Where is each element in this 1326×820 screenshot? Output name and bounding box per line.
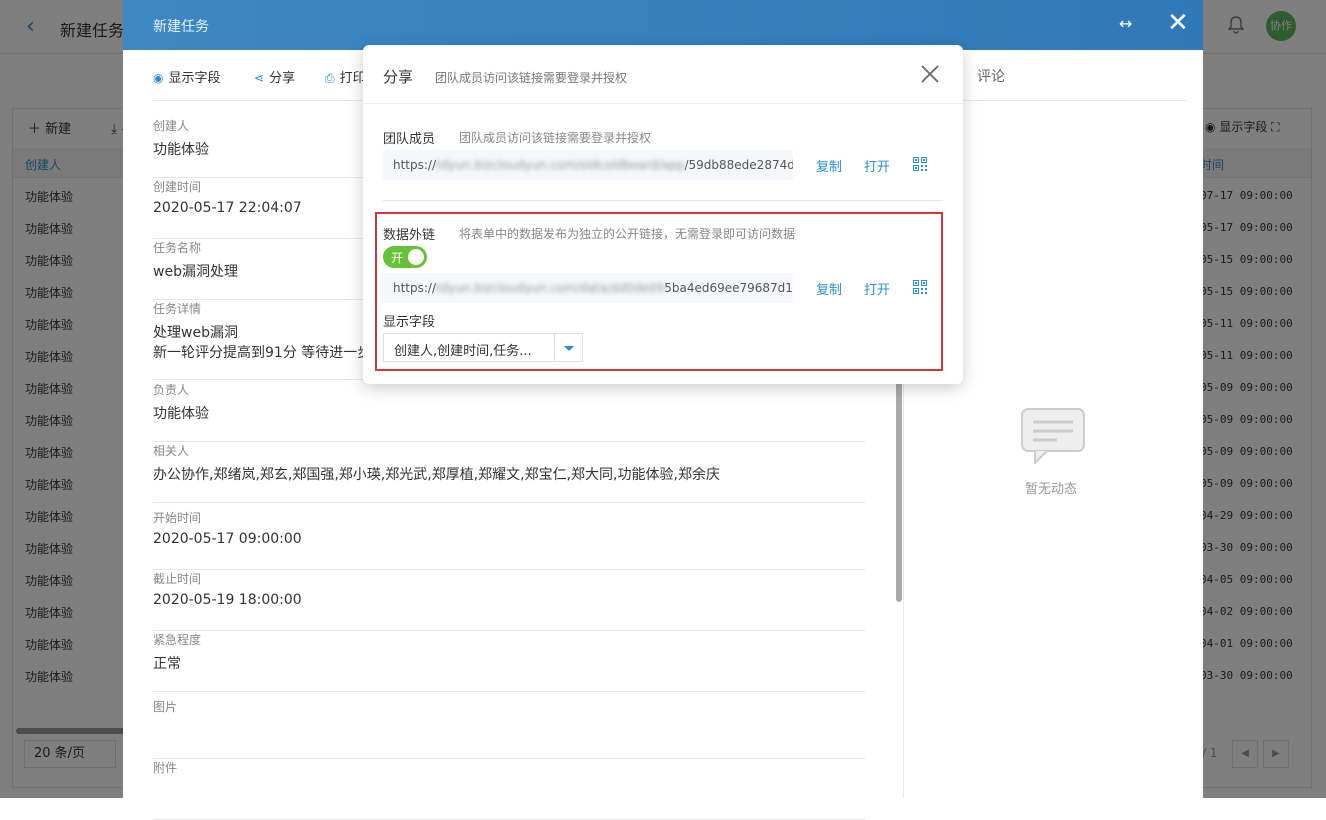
display-fields-label: 显示字段 bbox=[383, 315, 436, 330]
task-field: 负责人 功能体验 bbox=[153, 381, 865, 442]
team-link-field[interactable]: https://tdyun.bizcloudyun.com/oldcoldboa… bbox=[383, 150, 793, 180]
team-link-suffix: /59db88ede2874d94fbeb2... bbox=[684, 158, 793, 172]
task-field-value: 2020-05-19 18:00:00 bbox=[153, 592, 302, 608]
task-field-value: 功能体验 bbox=[153, 406, 209, 422]
show-fields-button[interactable]: ◉ 显示字段 bbox=[153, 67, 221, 86]
task-header: 新建任务 ↔ ✕ bbox=[123, 0, 1203, 50]
external-section-desc: 将表单中的数据发布为独立的公开链接，无需登录即可访问数据 bbox=[459, 227, 796, 241]
display-fields-value: 创建人,创建时间,任务... bbox=[394, 344, 532, 359]
external-section-title: 数据外链 bbox=[383, 228, 436, 243]
task-field-value: 功能体验 bbox=[153, 142, 209, 158]
external-copy-button[interactable]: 复制 bbox=[816, 279, 842, 298]
task-field-value: 2020-05-17 09:00:00 bbox=[153, 531, 302, 547]
print-icon: ⎙ bbox=[325, 71, 335, 85]
vertical-scrollbar[interactable] bbox=[896, 380, 902, 602]
external-link-blurred: tdyun.bizcloudyun.com/data/dd0de09 bbox=[436, 281, 665, 295]
team-section-title: 团队成员 bbox=[383, 132, 436, 147]
task-field-label: 开始时间 bbox=[153, 511, 202, 525]
task-field-value: 正常 bbox=[153, 656, 181, 672]
toggle-knob bbox=[408, 249, 424, 265]
expand-icon[interactable]: ↔ bbox=[1119, 14, 1132, 33]
task-field-value: 处理web漏洞 bbox=[153, 325, 238, 341]
task-header-title: 新建任务 bbox=[153, 19, 209, 35]
eye-icon: ◉ bbox=[153, 71, 164, 85]
print-button[interactable]: ⎙ 打印 bbox=[325, 67, 366, 86]
chat-bubble-icon bbox=[1021, 408, 1085, 464]
task-field-label: 相关人 bbox=[153, 444, 190, 458]
task-field-label: 截止时间 bbox=[153, 572, 202, 586]
dialog-subtitle: 团队成员访问该链接需要登录并授权 bbox=[435, 71, 628, 85]
show-fields-label: 显示字段 bbox=[168, 71, 221, 86]
tab-comment[interactable]: 评论 bbox=[977, 66, 1005, 86]
team-link-prefix: https:// bbox=[393, 158, 437, 172]
share-icon: ⋖ bbox=[254, 71, 265, 85]
task-field-label: 负责人 bbox=[153, 383, 190, 397]
team-copy-button[interactable]: 复制 bbox=[816, 156, 842, 175]
close-icon[interactable]: ✕ bbox=[1167, 10, 1189, 36]
task-field: 开始时间 2020-05-17 09:00:00 bbox=[153, 509, 865, 570]
team-section-desc: 团队成员访问该链接需要登录并授权 bbox=[459, 131, 652, 145]
empty-activity-text: 暂无动态 bbox=[1025, 482, 1078, 497]
qr-code-icon[interactable] bbox=[913, 157, 927, 171]
team-link-blurred: tdyun.bizcloudyun.com/oldcoldboard/app bbox=[436, 158, 685, 172]
task-field-label: 紧急程度 bbox=[153, 633, 202, 647]
qr-code-icon[interactable] bbox=[913, 280, 927, 294]
external-link-toggle[interactable]: 开 bbox=[383, 246, 427, 268]
task-field: 图片 bbox=[153, 698, 865, 759]
task-field-label: 图片 bbox=[153, 700, 178, 714]
display-fields-select[interactable]: 创建人,创建时间,任务... bbox=[383, 333, 583, 362]
share-button[interactable]: ⋖ 分享 bbox=[254, 67, 295, 86]
dialog-header: 分享 团队成员访问该链接需要登录并授权 bbox=[363, 45, 963, 104]
task-field-label: 创建人 bbox=[153, 119, 190, 133]
external-link-suffix: 5ba4ed69ee79687d1bc55ae... bbox=[664, 281, 793, 295]
dialog-title: 分享 bbox=[383, 68, 414, 86]
close-icon[interactable] bbox=[919, 63, 941, 85]
share-dialog: 分享 团队成员访问该链接需要登录并授权 团队成员 团队成员访问该链接需要登录并授… bbox=[363, 45, 963, 384]
task-field: 截止时间 2020-05-19 18:00:00 bbox=[153, 570, 865, 631]
task-field-label: 任务详情 bbox=[153, 302, 202, 316]
task-field: 紧急程度 正常 bbox=[153, 631, 865, 692]
task-field-value: web漏洞处理 bbox=[153, 264, 238, 280]
team-open-button[interactable]: 打开 bbox=[864, 156, 890, 175]
divider bbox=[383, 200, 943, 201]
print-label: 打印 bbox=[339, 71, 366, 86]
task-field-value: 2020-05-17 22:04:07 bbox=[153, 200, 302, 216]
task-field-value: 新一轮评分提高到91分 等待进一步 bbox=[153, 345, 372, 361]
chevron-down-icon[interactable] bbox=[554, 334, 583, 361]
external-link-field[interactable]: https://tdyun.bizcloudyun.com/data/dd0de… bbox=[383, 273, 793, 303]
share-label: 分享 bbox=[269, 71, 296, 86]
toggle-label: 开 bbox=[391, 251, 404, 265]
task-field-value: 办公协作,郑绪岚,郑玄,郑国强,郑小瑛,郑光武,郑厚植,郑耀文,郑宝仁,郑大同,… bbox=[153, 467, 720, 483]
task-field-label: 附件 bbox=[153, 761, 178, 775]
task-field: 相关人办公协作,郑绪岚,郑玄,郑国强,郑小瑛,郑光武,郑厚植,郑耀文,郑宝仁,郑… bbox=[153, 442, 865, 503]
external-open-button[interactable]: 打开 bbox=[864, 279, 890, 298]
task-field-label: 任务名称 bbox=[153, 241, 202, 255]
task-field: 附件 bbox=[153, 759, 865, 820]
task-field-label: 创建时间 bbox=[153, 180, 202, 194]
external-link-prefix: https:// bbox=[393, 281, 437, 295]
